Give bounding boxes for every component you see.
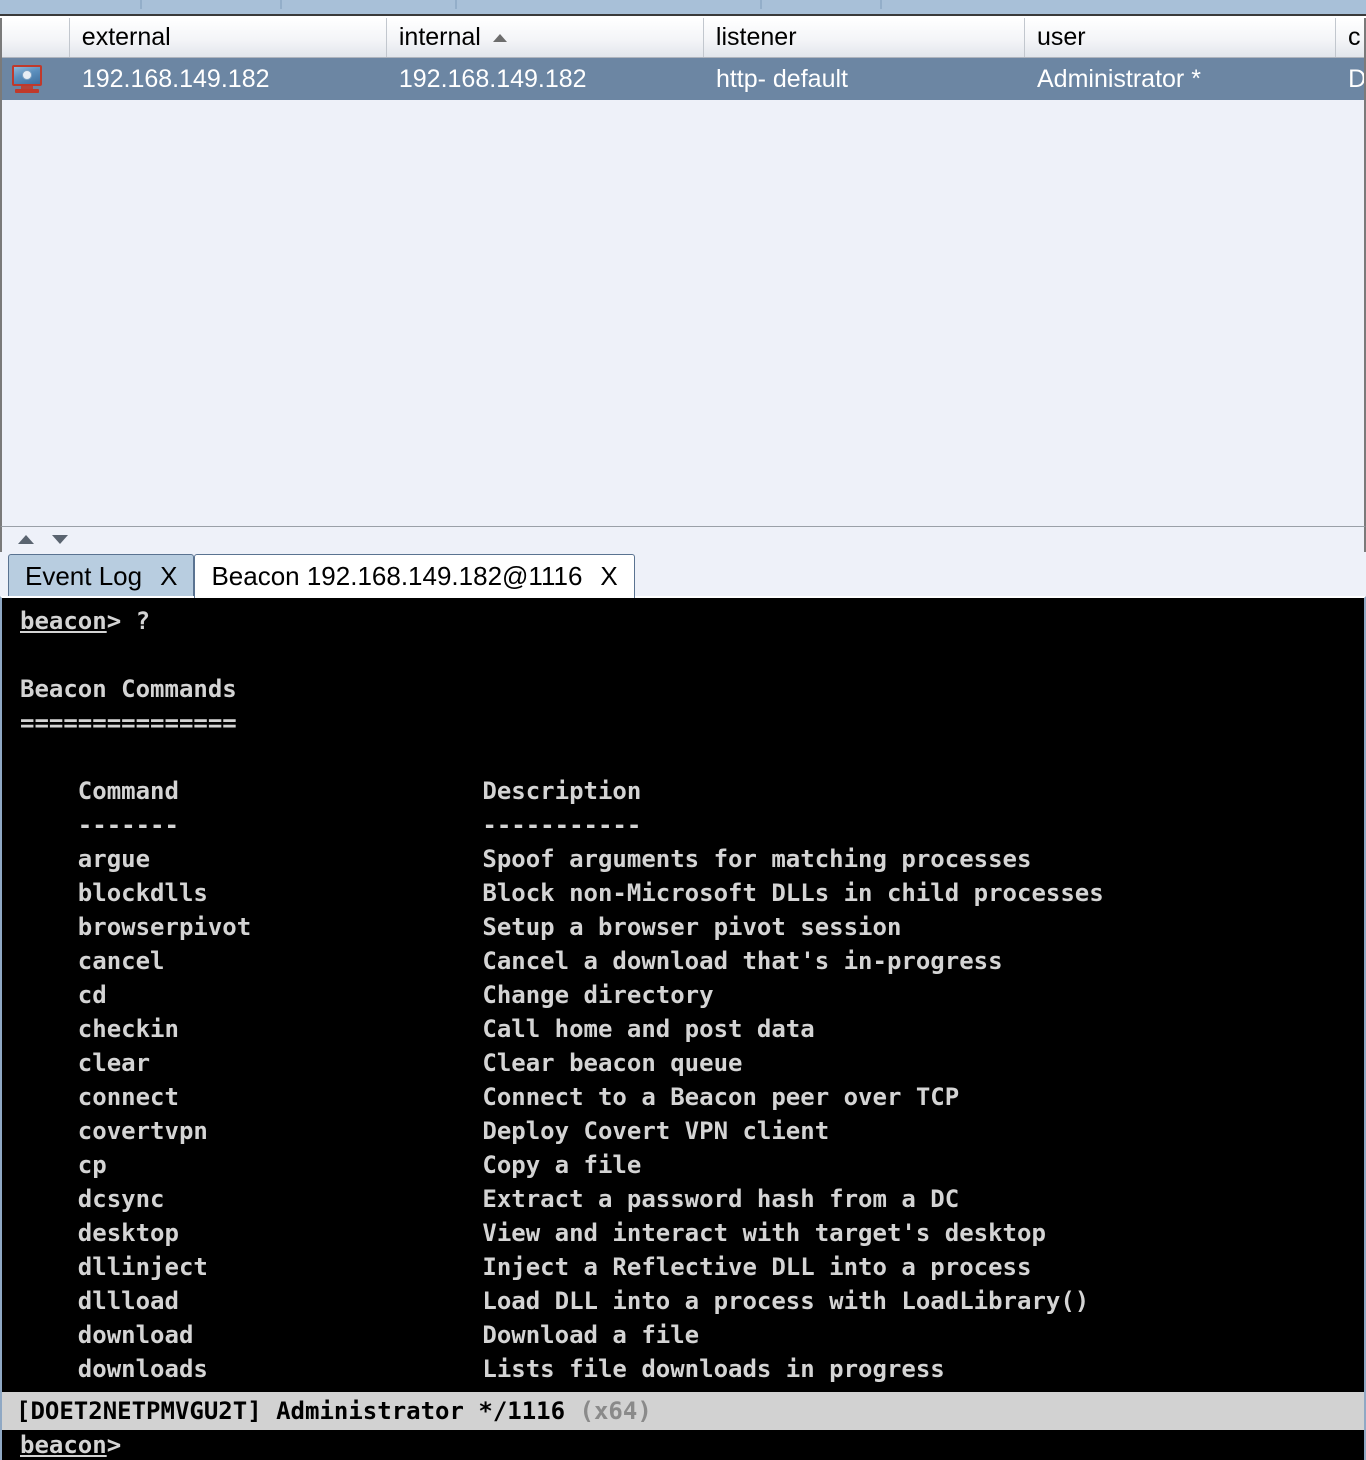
column-header-computer-label: c: [1348, 23, 1361, 51]
host-monitor-globe: [22, 70, 32, 80]
session-table[interactable]: external internal listener user c 192.16…: [0, 18, 1366, 526]
tab-beacon-console-label: Beacon 192.168.149.182@1116: [211, 561, 583, 591]
column-header-listener[interactable]: listener: [704, 18, 1025, 57]
console-output: beacon> ? Beacon Commands ==============…: [20, 607, 1104, 1383]
table-row[interactable]: 192.168.149.182 192.168.149.182 http- de…: [2, 58, 1364, 100]
cell-user: Administrator *: [1036, 64, 1201, 93]
column-header-user-label: user: [1036, 23, 1086, 51]
triangle-up-icon[interactable]: [18, 535, 34, 544]
column-header-external-label: external: [81, 23, 171, 51]
toolbar-tick: [140, 0, 142, 9]
cell-internal: 192.168.149.182: [398, 64, 587, 93]
host-monitor-base: [15, 89, 39, 93]
status-bar: [DOET2NETPMVGU2T] Administrator */1116 (…: [0, 1392, 1366, 1430]
column-header-user[interactable]: user: [1025, 18, 1337, 57]
tab-bar: Event Log X Beacon 192.168.149.182@1116 …: [0, 552, 1366, 598]
toolbar-tick: [280, 0, 282, 9]
table-header-row: external internal listener user c: [2, 18, 1364, 58]
session-host-icon-cell: [2, 64, 70, 94]
toolbar-tick: [760, 0, 762, 9]
toolbar-tick: [880, 0, 882, 9]
cell-listener: http- default: [715, 64, 848, 93]
tab-event-log[interactable]: Event Log X: [8, 554, 195, 598]
tab-event-log-label: Event Log: [25, 561, 143, 591]
status-user-pid: Administrator */1116: [276, 1397, 566, 1425]
cell-external: 192.168.149.182: [81, 64, 270, 93]
status-host: [DOET2NETPMVGU2T]: [16, 1397, 262, 1425]
window-toolbar-strip: [0, 0, 1366, 16]
input-prompt-suffix: >: [106, 1431, 122, 1459]
column-header-computer[interactable]: c: [1336, 18, 1364, 57]
column-header-internal-label: internal: [398, 23, 481, 51]
status-arch: (x64): [579, 1397, 652, 1425]
sort-ascending-icon: [492, 33, 507, 42]
column-header-icon[interactable]: [2, 18, 70, 57]
host-monitor-icon: [10, 64, 44, 94]
column-header-external[interactable]: external: [70, 18, 387, 57]
tab-event-log-close-icon[interactable]: X: [160, 561, 177, 592]
input-prompt-label: beacon: [20, 1431, 107, 1459]
triangle-down-icon[interactable]: [52, 535, 68, 544]
column-header-listener-label: listener: [715, 23, 797, 51]
toolbar-tick: [455, 0, 457, 9]
cell-computer: D: [1336, 65, 1364, 94]
console-prompt-label: beacon: [20, 607, 107, 635]
console-input-line[interactable]: beacon >: [0, 1430, 1366, 1460]
panel-splitter[interactable]: [0, 526, 1366, 552]
beacon-console[interactable]: beacon> ? Beacon Commands ==============…: [0, 596, 1366, 1392]
tab-beacon-console-close-icon[interactable]: X: [600, 561, 617, 592]
tab-beacon-console[interactable]: Beacon 192.168.149.182@1116 X: [194, 554, 635, 598]
column-header-internal[interactable]: internal: [387, 18, 704, 57]
